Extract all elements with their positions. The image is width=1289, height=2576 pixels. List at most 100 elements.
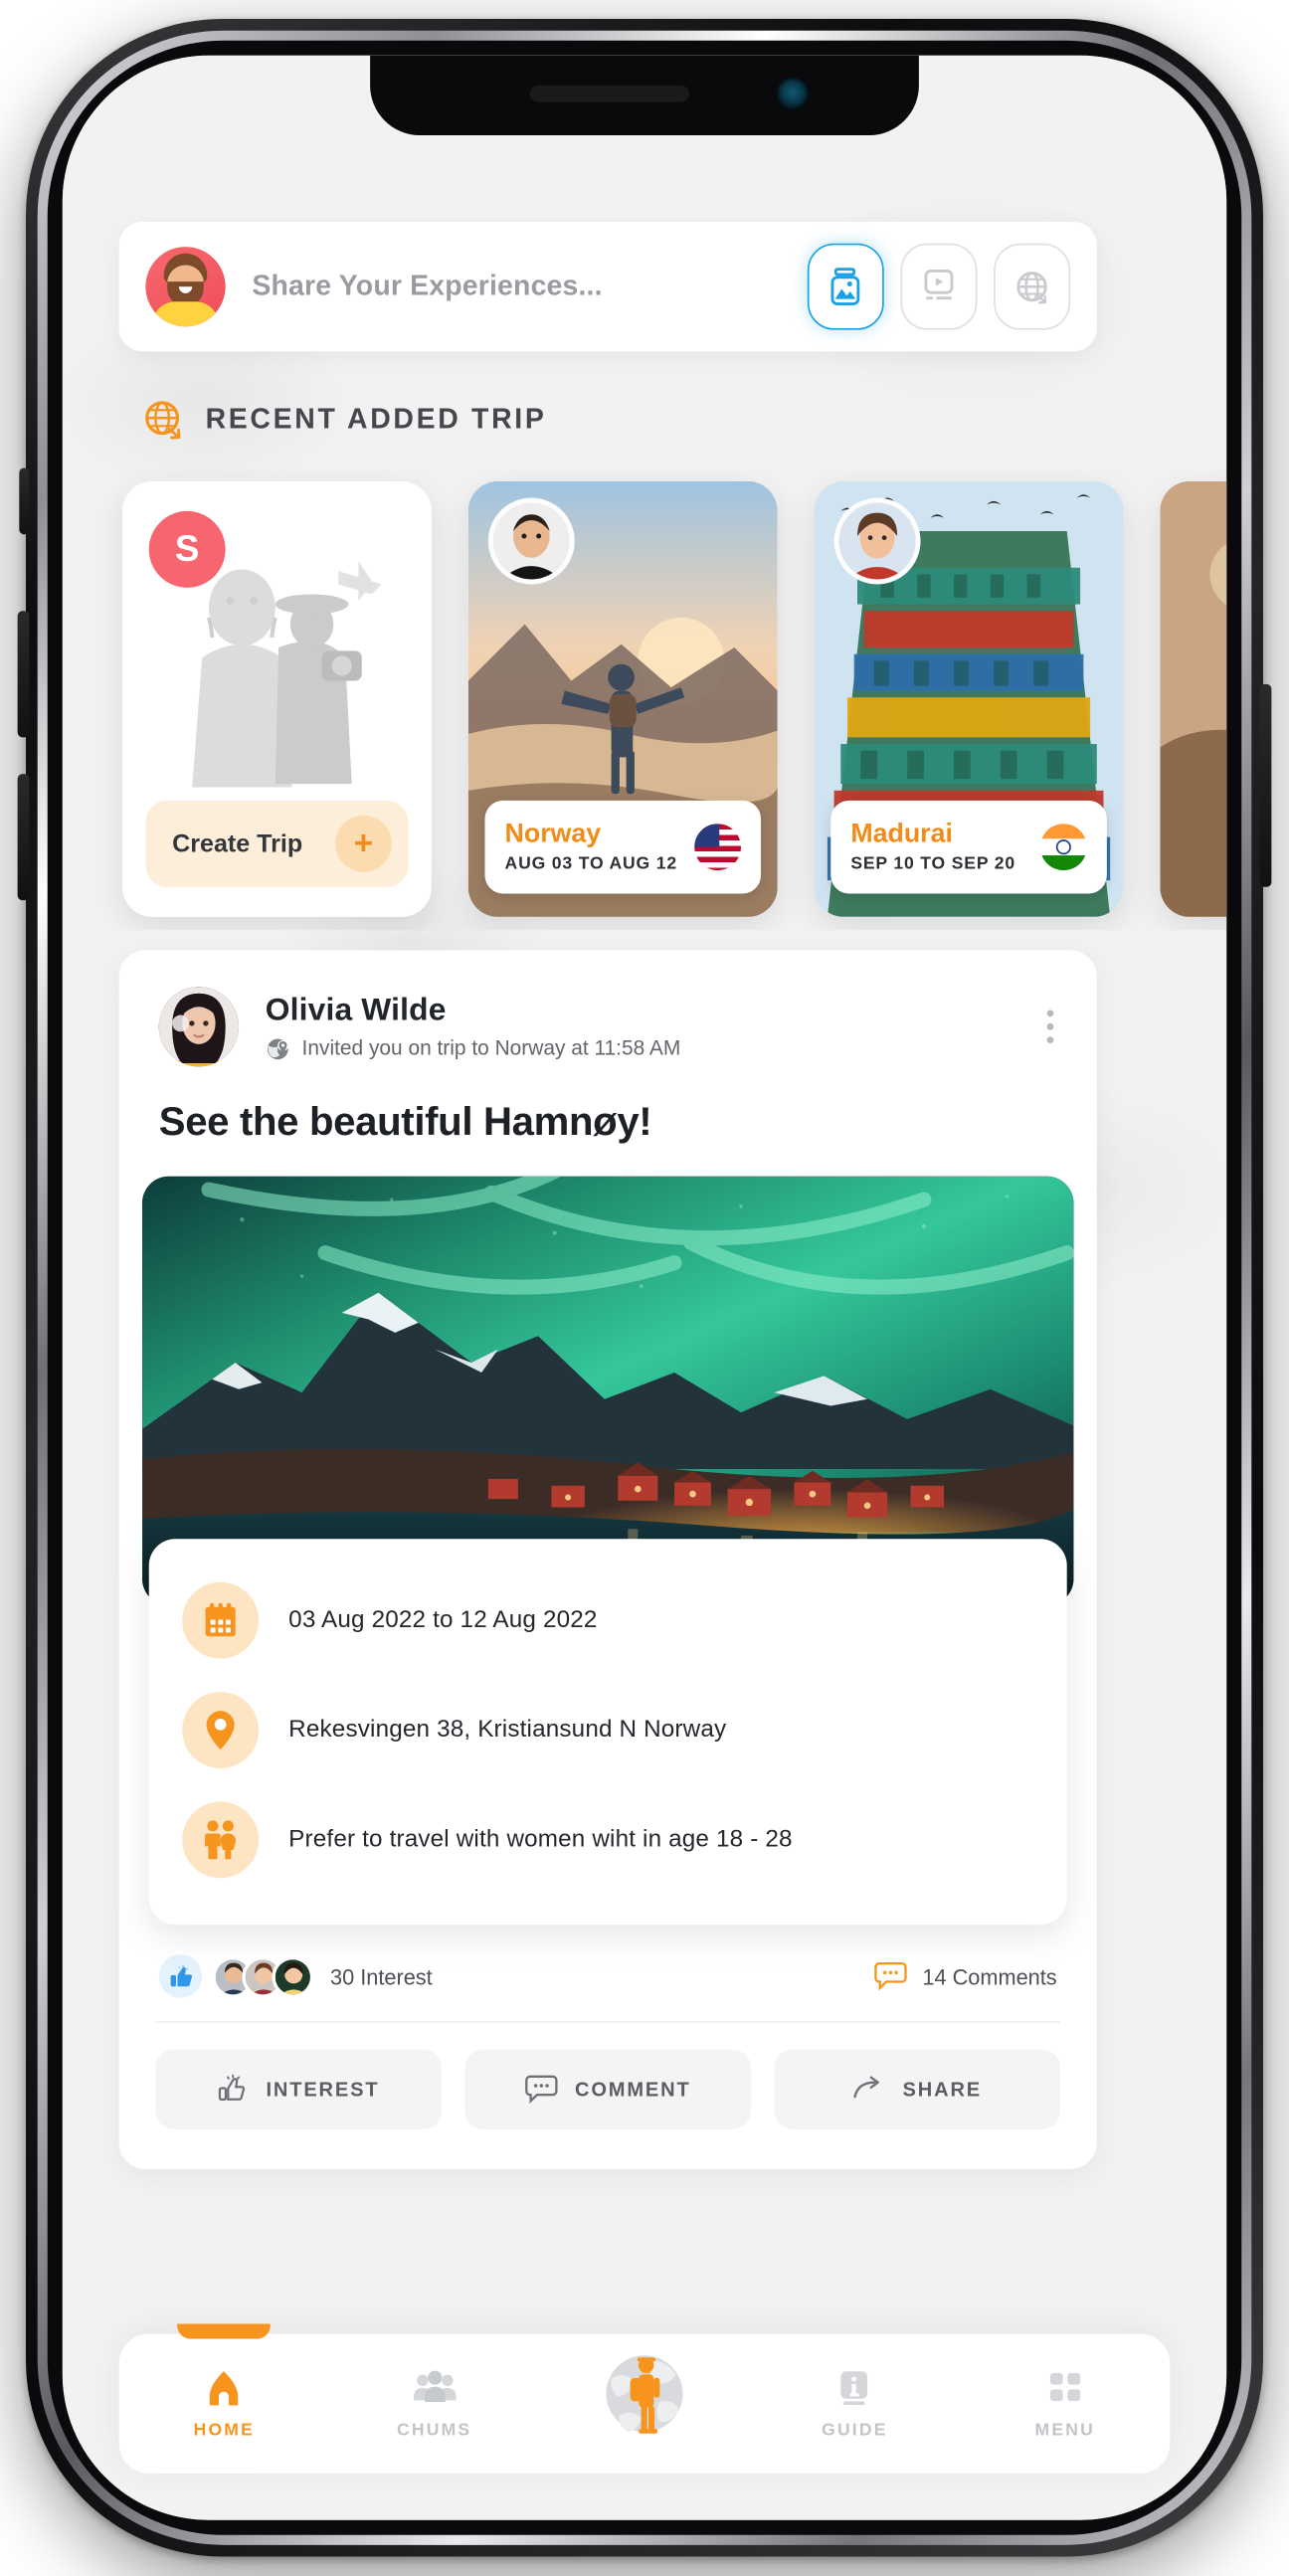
nav-label-chums: CHUMS xyxy=(397,2419,472,2440)
detail-dates-text: 03 Aug 2022 to 12 Aug 2022 xyxy=(288,1607,598,1634)
share-globe-button[interactable] xyxy=(994,243,1071,330)
avatar xyxy=(145,247,226,327)
phone-screen: Share Your Experiences... RECENT ADDED T… xyxy=(62,56,1227,2520)
create-trip-label: Create Trip xyxy=(172,829,303,858)
comment-icon xyxy=(525,2075,558,2105)
interest-count: 30 Interest xyxy=(329,1963,433,1989)
front-camera xyxy=(776,77,810,111)
post-header: Olivia Wilde Invited you on trip to Norw xyxy=(119,951,1097,1067)
post-author-name: Olivia Wilde xyxy=(265,993,447,1028)
nav-item-menu[interactable]: MENU xyxy=(960,2368,1170,2440)
app-root: Share Your Experiences... RECENT ADDED T… xyxy=(62,56,1227,2520)
calendar-icon xyxy=(205,1603,236,1637)
recent-trips-rail[interactable]: S Create Trip + Norway AUG 03 TO AUG 12 … xyxy=(63,468,1227,931)
phone-mockup: Share Your Experiences... RECENT ADDED T… xyxy=(17,19,1272,2557)
post-subtitle: Invited you on trip to Norway at 11:58 A… xyxy=(301,1036,681,1060)
detail-preference-text: Prefer to travel with women wiht in age … xyxy=(288,1826,793,1854)
create-trip-card[interactable]: S Create Trip + xyxy=(121,481,432,918)
volume-up-button[interactable] xyxy=(17,611,30,738)
trip-owner-avatar[interactable] xyxy=(833,497,921,585)
avatar[interactable] xyxy=(158,987,240,1067)
comment-icon xyxy=(874,1962,907,1991)
trip-card-madurai[interactable]: Madurai SEP 10 TO SEP 20 xyxy=(814,481,1124,918)
nav-label-home: HOME xyxy=(193,2419,255,2440)
interest-button-label: INTEREST xyxy=(266,2078,380,2102)
detail-location-text: Rekesvingen 38, Kristiansund N Norway xyxy=(288,1717,727,1745)
comment-stats[interactable]: 14 Comments xyxy=(874,1961,1057,1991)
more-vertical-icon xyxy=(1046,1010,1054,1017)
thumbs-up-badge xyxy=(158,1954,203,1998)
comment-button[interactable]: COMMENT xyxy=(464,2049,752,2130)
add-trip-plus-icon[interactable]: + xyxy=(335,816,392,872)
share-video-button[interactable] xyxy=(900,243,978,330)
image-icon xyxy=(830,268,860,306)
silent-switch[interactable] xyxy=(19,467,30,535)
trip-name: Norway xyxy=(504,820,602,849)
interested-avatars[interactable] xyxy=(212,1955,314,1998)
interest-stats[interactable]: 30 Interest xyxy=(158,1954,433,1998)
share-button-label: SHARE xyxy=(902,2078,983,2102)
share-icon xyxy=(853,2076,880,2099)
active-tab-indicator xyxy=(177,2322,272,2338)
share-input[interactable]: Share Your Experiences... xyxy=(252,271,807,303)
interest-button[interactable]: INTEREST xyxy=(155,2049,443,2130)
thumbs-up-icon xyxy=(219,2074,246,2101)
location-pin-icon xyxy=(206,1711,235,1750)
flag-icon-us xyxy=(694,824,741,871)
detail-row-dates: 03 Aug 2022 to 12 Aug 2022 xyxy=(182,1565,1033,1675)
people-icon xyxy=(205,1820,237,1860)
globe-icon xyxy=(1015,271,1046,303)
globe-plane-icon xyxy=(145,401,181,440)
post-more-button[interactable] xyxy=(1043,1004,1056,1050)
trip-info-bar: Madurai SEP 10 TO SEP 20 xyxy=(830,801,1107,894)
grid-icon xyxy=(1049,2372,1080,2401)
trip-owner-badge: S xyxy=(148,511,226,589)
power-button[interactable] xyxy=(1259,684,1272,888)
globe-pin-icon xyxy=(267,1037,288,1059)
volume-down-button[interactable] xyxy=(17,774,30,901)
flag-icon-in xyxy=(1039,824,1087,871)
bottom-nav-bar: HOME CHUMS GUIDE MENU xyxy=(118,2322,1171,2475)
home-icon xyxy=(210,2370,239,2405)
trip-detail-card: 03 Aug 2022 to 12 Aug 2022 Rekesvingen 3… xyxy=(148,1539,1067,1926)
people-icon-wrap xyxy=(182,1801,260,1879)
trip-name: Madurai xyxy=(850,820,953,849)
avatar xyxy=(272,1955,314,1998)
section-title: RECENT ADDED TRIP xyxy=(205,403,547,436)
traveler-globe-icon xyxy=(606,2355,683,2435)
bottom-nav-strip: HOME CHUMS GUIDE MENU xyxy=(63,2320,1226,2520)
share-action-group xyxy=(807,243,1071,330)
share-photo-button[interactable] xyxy=(807,243,884,330)
post-title: See the beautiful Hamnøy! xyxy=(158,1100,652,1146)
trip-card-next-partial[interactable] xyxy=(1160,481,1227,918)
nav-item-home[interactable]: HOME xyxy=(119,2322,329,2440)
comment-button-label: COMMENT xyxy=(575,2078,691,2102)
post-actions: INTEREST COMMENT SHARE xyxy=(119,2023,1097,2152)
share-button[interactable]: SHARE xyxy=(774,2049,1061,2130)
nav-item-chums[interactable]: CHUMS xyxy=(329,2368,539,2440)
video-icon xyxy=(924,270,954,300)
nav-item-guide[interactable]: GUIDE xyxy=(750,2368,960,2440)
recent-trip-section-header: RECENT ADDED TRIP xyxy=(142,398,546,441)
comment-count: 14 Comments xyxy=(922,1963,1057,1989)
post-card: Olivia Wilde Invited you on trip to Norw xyxy=(118,950,1097,2170)
trip-card-norway[interactable]: Norway AUG 03 TO AUG 12 xyxy=(467,481,778,918)
nav-label-menu: MENU xyxy=(1034,2419,1095,2440)
trip-dates: AUG 03 TO AUG 12 xyxy=(504,853,677,874)
app-scroll-area[interactable]: Share Your Experiences... RECENT ADDED T… xyxy=(63,56,1227,2520)
trip-owner-avatar[interactable] xyxy=(487,497,575,585)
detail-row-preference: Prefer to travel with women wiht in age … xyxy=(182,1785,1033,1895)
detail-row-location: Rekesvingen 38, Kristiansund N Norway xyxy=(182,1676,1033,1785)
create-trip-button[interactable]: Create Trip + xyxy=(145,801,409,888)
nav-label-guide: GUIDE xyxy=(822,2419,888,2440)
info-book-icon xyxy=(841,2370,868,2405)
trip-dates: SEP 10 TO SEP 20 xyxy=(850,853,1015,874)
share-composer-bar[interactable]: Share Your Experiences... xyxy=(118,222,1097,352)
post-author-block: Olivia Wilde Invited you on trip to Norw xyxy=(266,993,1044,1061)
notch xyxy=(370,56,919,136)
nav-item-explore[interactable] xyxy=(539,2345,749,2442)
calendar-icon-wrap xyxy=(182,1581,260,1659)
location-pin-icon-wrap xyxy=(182,1692,260,1769)
trip-info-bar: Norway AUG 03 TO AUG 12 xyxy=(484,801,762,894)
earpiece-speaker xyxy=(529,86,690,102)
